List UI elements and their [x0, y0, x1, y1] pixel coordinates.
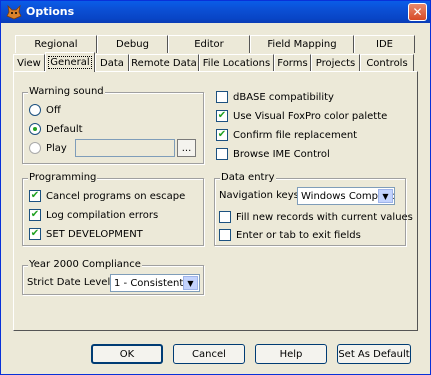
checkbox[interactable]: [219, 211, 231, 223]
ok-button[interactable]: OK: [91, 344, 163, 364]
tab-data[interactable]: Data: [95, 54, 129, 72]
title-bar[interactable]: Options ✕: [1, 1, 430, 23]
tab-projects[interactable]: Projects: [311, 54, 360, 72]
sound-file-input[interactable]: [75, 139, 175, 157]
radio-off[interactable]: Off: [29, 104, 61, 116]
tab-label: Data: [100, 58, 124, 69]
tab-label: Editor: [194, 39, 224, 50]
radio-button[interactable]: [29, 123, 41, 135]
tab-label: Field Mapping: [267, 39, 337, 50]
tab-controls[interactable]: Controls: [360, 54, 414, 72]
enter-tab-exit-checkbox[interactable]: Enter or tab to exit fields: [219, 229, 361, 241]
checkbox[interactable]: [216, 91, 228, 103]
tab-label: Remote Data: [131, 58, 197, 69]
tab-label: Regional: [34, 39, 78, 50]
tab-general[interactable]: General: [45, 52, 95, 72]
radio-label: Default: [46, 123, 83, 135]
checkbox-label: Confirm file replacement: [233, 129, 358, 141]
year2000-label: Year 2000 Compliance: [28, 259, 142, 270]
checkbox-label: Log compilation errors: [46, 209, 159, 221]
browse-ime-checkbox[interactable]: Browse IME Control: [216, 148, 330, 160]
checkbox-label: Enter or tab to exit fields: [236, 229, 361, 241]
foxpro-palette-checkbox[interactable]: Use Visual FoxPro color palette: [216, 110, 387, 122]
tab-view[interactable]: View: [13, 54, 45, 72]
log-compilation-checkbox[interactable]: Log compilation errors: [29, 209, 158, 221]
set-development-checkbox[interactable]: SET DEVELOPMENT: [29, 228, 143, 240]
checkbox-label: SET DEVELOPMENT: [46, 228, 143, 240]
tab-ide[interactable]: IDE: [354, 35, 415, 53]
tab-editor[interactable]: Editor: [168, 35, 250, 53]
checkbox-label: Use Visual FoxPro color palette: [233, 110, 388, 122]
checkbox[interactable]: [216, 110, 228, 122]
tab-remote-data[interactable]: Remote Data: [129, 54, 199, 72]
select-value: 1 - Consistent: [114, 277, 184, 289]
year2000-group: Year 2000 Compliance Strict Date Level: …: [22, 259, 204, 295]
strict-date-label: Strict Date Level:: [27, 277, 114, 288]
close-icon[interactable]: ✕: [408, 3, 427, 21]
checkbox[interactable]: [219, 229, 231, 241]
checkbox[interactable]: [29, 209, 41, 221]
cancel-programs-checkbox[interactable]: Cancel programs on escape: [29, 190, 185, 202]
navigation-keys-select[interactable]: Windows Compatible ▼: [297, 187, 395, 205]
data-entry-label: Data entry: [220, 172, 276, 183]
confirm-replace-checkbox[interactable]: Confirm file replacement: [216, 129, 357, 141]
data-entry-group: Data entry Navigation keys: Windows Comp…: [214, 172, 413, 246]
radio-default[interactable]: Default: [29, 123, 83, 135]
radio-play[interactable]: Play: [29, 142, 67, 154]
tab-label: Debug: [116, 39, 149, 50]
set-as-default-button[interactable]: Set As Default: [337, 344, 411, 364]
options-dialog: Options ✕ Regional Debug Editor Field Ma…: [0, 0, 431, 375]
foxpro-icon: [6, 4, 22, 20]
window-title: Options: [26, 5, 75, 18]
tab-file-locations[interactable]: File Locations: [199, 54, 274, 72]
general-tab-panel: Warning sound Off Default Play ... Progr…: [13, 71, 418, 331]
radio-button[interactable]: [29, 104, 41, 116]
chevron-down-icon[interactable]: ▼: [183, 276, 198, 290]
checkbox[interactable]: [29, 190, 41, 202]
tab-debug[interactable]: Debug: [97, 35, 168, 53]
checkbox[interactable]: [216, 129, 228, 141]
tab-label: Forms: [277, 58, 308, 69]
tab-regional[interactable]: Regional: [15, 35, 97, 53]
checkbox[interactable]: [216, 148, 228, 160]
tab-forms[interactable]: Forms: [274, 54, 311, 72]
radio-label: Off: [46, 104, 61, 116]
tab-field-mapping[interactable]: Field Mapping: [250, 35, 354, 53]
tab-label: File Locations: [202, 58, 271, 69]
checkbox-label: Browse IME Control: [233, 148, 330, 160]
tab-label: Projects: [315, 58, 356, 69]
checkbox-label: Cancel programs on escape: [46, 190, 186, 202]
navigation-keys-label: Navigation keys:: [219, 190, 303, 201]
warning-sound-label: Warning sound: [28, 86, 105, 97]
radio-label: Play: [46, 142, 67, 154]
tab-label: View: [17, 58, 41, 69]
tab-label: General: [48, 56, 92, 69]
warning-sound-group: Warning sound Off Default Play ...: [22, 86, 204, 164]
cancel-button[interactable]: Cancel: [173, 344, 245, 364]
help-button[interactable]: Help: [255, 344, 327, 364]
programming-group: Programming Cancel programs on escape Lo…: [22, 172, 204, 246]
programming-label: Programming: [28, 172, 98, 183]
chevron-down-icon[interactable]: ▼: [378, 189, 393, 203]
tab-label: Controls: [366, 58, 408, 69]
tab-label: IDE: [376, 39, 393, 50]
checkbox-label: dBASE compatibility: [233, 91, 334, 103]
dbase-compat-checkbox[interactable]: dBASE compatibility: [216, 91, 334, 103]
checkbox-label: Fill new records with current values: [236, 211, 413, 223]
browse-button[interactable]: ...: [177, 139, 196, 157]
fill-new-records-checkbox[interactable]: Fill new records with current values: [219, 211, 413, 223]
strict-date-select[interactable]: 1 - Consistent ▼: [110, 274, 200, 292]
checkbox[interactable]: [29, 228, 41, 240]
radio-button[interactable]: [29, 142, 41, 154]
